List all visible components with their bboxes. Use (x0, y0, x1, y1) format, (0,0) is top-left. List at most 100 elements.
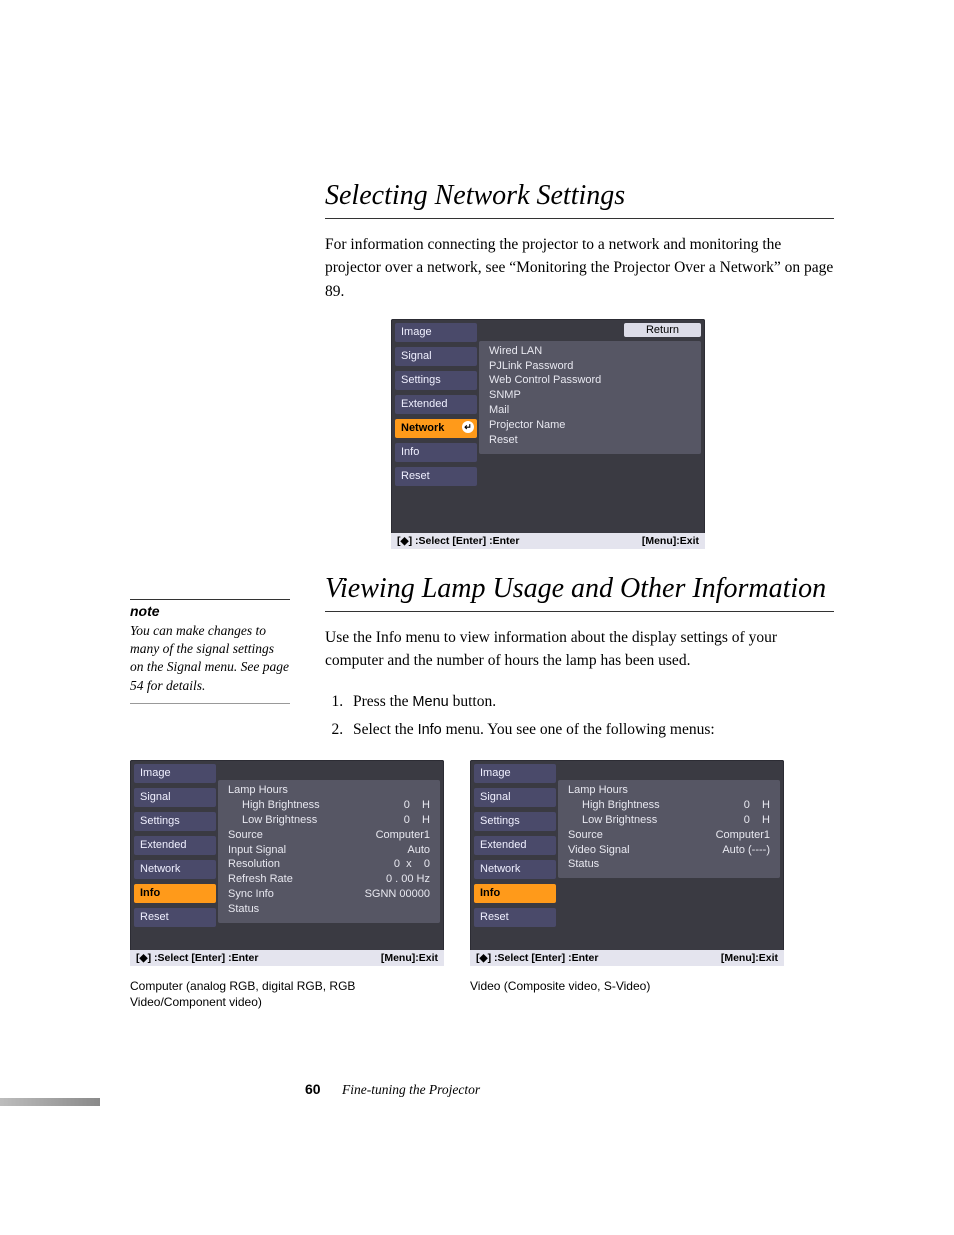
info-value: 0 H (744, 798, 770, 813)
osd-sidebar: Image Signal Settings Extended Network Info Re… (130, 760, 216, 950)
menu-item-info[interactable]: Info (395, 443, 477, 462)
info-label: High Brightness (568, 798, 660, 813)
menu-item-extended[interactable]: Extended (134, 836, 216, 855)
info-label: Source (568, 828, 603, 843)
info-label: Status (568, 857, 599, 872)
submenu-item[interactable]: Projector Name (489, 418, 691, 433)
info-label: Sync Info (228, 887, 274, 902)
footer-left: [◆] :Select [Enter] :Enter (476, 952, 598, 964)
menu-item-reset[interactable]: Reset (134, 908, 216, 927)
section2-heading: Viewing Lamp Usage and Other Information (325, 573, 834, 605)
menu-item-network[interactable]: Network↵ (395, 419, 477, 438)
info-value: 0 x 0 (394, 857, 430, 872)
menu-item-extended[interactable]: Extended (395, 395, 477, 414)
page-accent (0, 1098, 100, 1106)
enter-icon: ↵ (462, 421, 474, 433)
osd-footer: [◆] :Select [Enter] :Enter [Menu]:Exit (130, 950, 444, 966)
submenu-item[interactable]: Reset (489, 433, 691, 448)
margin-note: note You can make changes to many of the… (130, 599, 290, 704)
osd-sidebar: Image Signal Settings Extended Network↵ Info R… (391, 319, 477, 533)
info-value: 0 H (404, 813, 430, 828)
info-value: 0 H (744, 813, 770, 828)
info-value: 0 . 00 Hz (386, 872, 430, 887)
osd-content-list: Wired LANPJLink PasswordWeb Control Pass… (479, 341, 701, 454)
info-value: 0 H (404, 798, 430, 813)
osd-panel: Image Signal Settings Extended Network↵ Info R… (391, 319, 705, 549)
osd-info-video: Image Signal Settings Extended Network Info Re… (470, 760, 784, 966)
info-row: High Brightness 0 H (568, 798, 770, 813)
footer-left: [◆] :Select [Enter] :Enter (397, 535, 519, 547)
footer-right: [Menu]:Exit (381, 952, 438, 964)
osd-info-computer: Image Signal Settings Extended Network Info Re… (130, 760, 444, 966)
section2-rule (325, 611, 834, 612)
section2-para: Use the Info menu to view information ab… (325, 626, 834, 673)
info-value: Computer1 (716, 828, 770, 843)
osd-sidebar: Image Signal Settings Extended Network Info Re… (470, 760, 556, 950)
osd-network-menu: Image Signal Settings Extended Network↵ Info R… (391, 319, 834, 549)
menu-item-info[interactable]: Info (134, 884, 216, 903)
osd-info-rows: Lamp HoursHigh Brightness0 HLow Brightne… (218, 780, 440, 923)
info-label: Lamp Hours (228, 783, 288, 798)
info-label: Video Signal (568, 843, 630, 858)
osd-footer: [◆] :Select [Enter] :Enter [Menu]:Exit (391, 533, 705, 549)
info-row: Lamp Hours (568, 783, 770, 798)
submenu-item[interactable]: SNMP (489, 388, 691, 403)
note-text: You can make changes to many of the sign… (130, 622, 290, 704)
submenu-item[interactable]: Wired LAN (489, 344, 691, 359)
submenu-item[interactable]: Mail (489, 403, 691, 418)
osd-info-rows: Lamp HoursHigh Brightness0 HLow Brightne… (558, 780, 780, 878)
info-label: Source (228, 828, 263, 843)
menu-item-reset[interactable]: Reset (395, 467, 477, 486)
note-label: note (130, 599, 290, 619)
info-label: Resolution (228, 857, 280, 872)
osd-footer: [◆] :Select [Enter] :Enter [Menu]:Exit (470, 950, 784, 966)
footer-right: [Menu]:Exit (721, 952, 778, 964)
menu-item-network[interactable]: Network (474, 860, 556, 879)
submenu-item[interactable]: Web Control Password (489, 373, 691, 388)
info-label: Low Brightness (568, 813, 657, 828)
menu-item-signal[interactable]: Signal (474, 788, 556, 807)
info-label: Lamp Hours (568, 783, 628, 798)
info-row: Status (568, 857, 770, 872)
section1-heading: Selecting Network Settings (325, 180, 834, 212)
caption-video: Video (Composite video, S-Video) (470, 978, 784, 1010)
info-row: Source Computer1 (228, 828, 430, 843)
menu-item-settings[interactable]: Settings (474, 812, 556, 831)
info-row: Input SignalAuto (228, 843, 430, 858)
menu-item-settings[interactable]: Settings (134, 812, 216, 831)
info-label: Low Brightness (228, 813, 317, 828)
return-button[interactable]: Return (624, 323, 701, 337)
section1-para: For information connecting the projector… (325, 233, 834, 303)
menu-item-image[interactable]: Image (474, 764, 556, 783)
menu-item-reset[interactable]: Reset (474, 908, 556, 927)
page-number: 60 (305, 1081, 321, 1097)
footer-title: Fine-tuning the Projector (342, 1082, 480, 1097)
info-row: Refresh Rate 0 . 00 Hz (228, 872, 430, 887)
info-row: Resolution 0 x 0 (228, 857, 430, 872)
step-list: Press the Menu button. Select the Info m… (325, 688, 834, 744)
menu-item-signal[interactable]: Signal (134, 788, 216, 807)
info-row: Low Brightness 0 H (568, 813, 770, 828)
menu-item-signal[interactable]: Signal (395, 347, 477, 366)
running-footer: 60 Fine-tuning the Projector (305, 1081, 834, 1098)
info-row: Low Brightness 0 H (228, 813, 430, 828)
info-value: Auto (----) (722, 843, 770, 858)
info-row: Source Computer1 (568, 828, 770, 843)
menu-item-image[interactable]: Image (395, 323, 477, 342)
menu-item-extended[interactable]: Extended (474, 836, 556, 855)
menu-item-settings[interactable]: Settings (395, 371, 477, 390)
info-row: Sync Info SGNN 00000 (228, 887, 430, 902)
info-label: Refresh Rate (228, 872, 293, 887)
info-value: Computer1 (376, 828, 430, 843)
submenu-item[interactable]: PJLink Password (489, 359, 691, 374)
info-row: Lamp Hours (228, 783, 430, 798)
info-value: SGNN 00000 (365, 887, 430, 902)
menu-item-network[interactable]: Network (134, 860, 216, 879)
footer-right: [Menu]:Exit (642, 535, 699, 547)
info-row: Video Signal Auto (----) (568, 843, 770, 858)
info-row: High Brightness0 H (228, 798, 430, 813)
info-value: Auto (407, 843, 430, 858)
menu-item-image[interactable]: Image (134, 764, 216, 783)
footer-left: [◆] :Select [Enter] :Enter (136, 952, 258, 964)
menu-item-info[interactable]: Info (474, 884, 556, 903)
